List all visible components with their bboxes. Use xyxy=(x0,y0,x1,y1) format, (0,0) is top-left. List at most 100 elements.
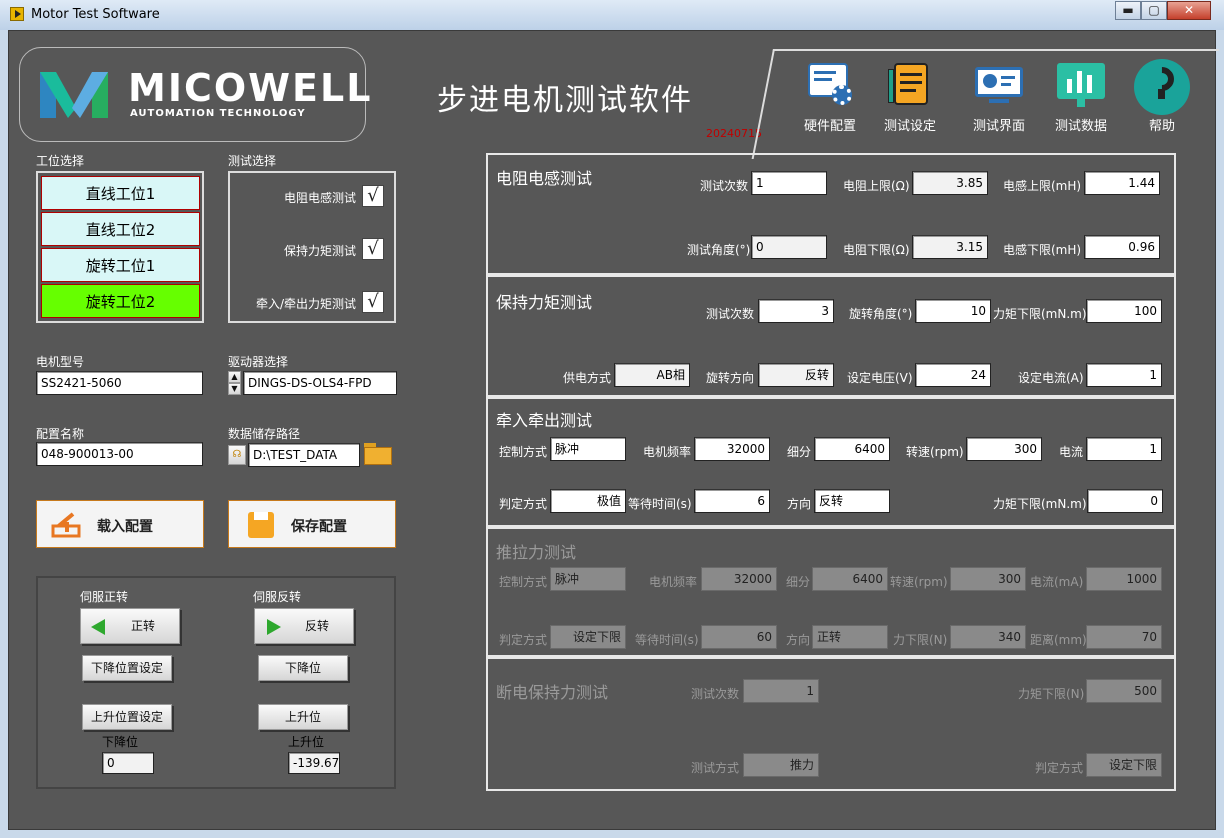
config-name-label: 配置名称 xyxy=(36,427,85,441)
servo-forward-label: 伺服正转 xyxy=(80,590,129,604)
push-fmin-label: 力下限(N) xyxy=(893,633,948,647)
r-min-field[interactable]: 3.15 xyxy=(912,235,988,259)
holding-test-section: 保持力矩测试 测试次数 3 旋转角度(°) 10 力矩下限(mN.m) 100 … xyxy=(486,275,1176,397)
volt-field[interactable]: 24 xyxy=(915,363,991,387)
pull-speed-field[interactable]: 300 xyxy=(966,437,1042,461)
curr-field[interactable]: 1 xyxy=(1086,363,1162,387)
data-path-field[interactable]: D:\TEST_DATA xyxy=(248,443,360,467)
folder-icon[interactable] xyxy=(364,443,394,465)
pull-div-field[interactable]: 6400 xyxy=(814,437,890,461)
driver-down-icon[interactable]: ▼ xyxy=(228,383,241,395)
pull-tmin-field[interactable]: 0 xyxy=(1087,489,1163,513)
pull-wait-field[interactable]: 6 xyxy=(694,489,770,513)
l-min-label: 电感下限(mH) xyxy=(1003,243,1082,257)
toolbar-hardware[interactable]: 硬件配置 xyxy=(790,61,870,134)
forward-button[interactable]: 正转 xyxy=(80,608,180,644)
minimize-button[interactable]: ▬ xyxy=(1115,1,1141,20)
rl-angle-label: 测试角度(°) xyxy=(687,243,751,257)
l-max-label: 电感上限(mH) xyxy=(1003,179,1082,193)
reverse-button[interactable]: 反转 xyxy=(254,608,354,644)
app-title: 步进电机测试软件 xyxy=(437,83,693,118)
load-config-label: 载入配置 xyxy=(97,519,153,535)
pull-speed-label: 转速(rpm) xyxy=(906,445,964,459)
pull-freq-label: 电机频率 xyxy=(643,445,692,459)
rl-angle-field[interactable]: 0 xyxy=(751,235,827,259)
driver-up-icon[interactable]: ▲ xyxy=(228,371,241,383)
window-title: Motor Test Software xyxy=(31,7,160,22)
up-position-set-button[interactable]: 上升位置设定 xyxy=(82,704,172,730)
l-min-field[interactable]: 0.96 xyxy=(1084,235,1160,259)
station-linear-1[interactable]: 直线工位1 xyxy=(41,176,200,210)
test-rl-checkbox[interactable]: √ xyxy=(362,185,384,207)
rot-angle-field[interactable]: 10 xyxy=(915,299,991,323)
test-holding-checkbox[interactable]: √ xyxy=(362,238,384,260)
load-icon xyxy=(51,512,81,538)
pull-freq-field[interactable]: 32000 xyxy=(694,437,770,461)
forward-button-label: 正转 xyxy=(130,619,155,633)
down-button[interactable]: 下降位 xyxy=(258,655,348,681)
up-button[interactable]: 上升位 xyxy=(258,704,348,730)
station-linear-2[interactable]: 直线工位2 xyxy=(41,212,200,246)
pull-ctrl-field[interactable]: 脉冲 xyxy=(550,437,626,461)
push-curr-label: 电流(mA) xyxy=(1030,575,1084,589)
save-config-button[interactable]: 保存配置 xyxy=(228,500,396,548)
push-ctrl-field: 脉冲 xyxy=(550,567,626,591)
driver-field[interactable]: DINGS-DS-OLS4-FPD xyxy=(243,371,397,395)
toolbar-test-data[interactable]: 测试数据 xyxy=(1041,61,1121,134)
push-judge-label: 判定方式 xyxy=(499,633,548,647)
push-speed-label: 转速(rpm) xyxy=(890,575,948,589)
holding-count-label: 测试次数 xyxy=(706,307,755,321)
driver-label: 驱动器选择 xyxy=(228,355,289,369)
arrow-right-icon xyxy=(267,619,281,635)
load-config-button[interactable]: 载入配置 xyxy=(36,500,204,548)
toolbar-help[interactable]: 帮助 xyxy=(1122,59,1202,134)
pull-judge-field[interactable]: 极值 xyxy=(550,489,626,513)
holding-count-field[interactable]: 3 xyxy=(758,299,834,323)
toolbar-test-ui[interactable]: 测试界面 xyxy=(959,61,1039,134)
servo-reverse-label: 伺服反转 xyxy=(253,590,302,604)
pull-dir-field[interactable]: 反转 xyxy=(814,489,890,513)
test-select-label: 测试选择 xyxy=(228,154,277,168)
test-pull-checkbox[interactable]: √ xyxy=(362,291,384,313)
brake-judge-label: 判定方式 xyxy=(1035,761,1084,775)
rl-test-title: 电阻电感测试 xyxy=(496,169,593,188)
r-max-field[interactable]: 3.85 xyxy=(912,171,988,195)
station-rotary-1[interactable]: 旋转工位1 xyxy=(41,248,200,282)
date-label: 20240715 xyxy=(706,127,762,140)
rl-test-section: 电阻电感测试 测试次数 1 电阻上限(Ω) 3.85 电感上限(mH) 1.44… xyxy=(486,153,1176,275)
rl-count-field[interactable]: 1 xyxy=(751,171,827,195)
path-browse-icon[interactable]: ☊ xyxy=(228,445,246,465)
push-div-field: 6400 xyxy=(812,567,888,591)
maximize-button[interactable]: ▢ xyxy=(1141,1,1167,20)
station-list: 直线工位1 直线工位2 旋转工位1 旋转工位2 xyxy=(36,171,204,323)
reverse-button-label: 反转 xyxy=(304,619,329,633)
data-path-label: 数据储存路径 xyxy=(228,427,301,441)
toolbar-test-settings-label: 测试设定 xyxy=(883,119,936,134)
station-rotary-2[interactable]: 旋转工位2 xyxy=(41,284,200,318)
push-dist-label: 距离(mm) xyxy=(1030,633,1087,647)
holding-dir-field[interactable]: 反转 xyxy=(758,363,834,387)
help-icon xyxy=(1134,59,1190,115)
push-ctrl-label: 控制方式 xyxy=(499,575,548,589)
config-name-field[interactable]: 048-900013-00 xyxy=(36,442,203,466)
l-max-field[interactable]: 1.44 xyxy=(1084,171,1160,195)
motor-model-field[interactable]: SS2421-5060 xyxy=(36,371,203,395)
down-pos-label: 下降位 xyxy=(102,735,139,749)
title-bar: Motor Test Software ▬ ▢ ✕ xyxy=(0,0,1224,30)
up-pos-field: -139.67 xyxy=(288,752,340,774)
pull-curr-field[interactable]: 1 xyxy=(1086,437,1162,461)
down-position-set-button[interactable]: 下降位置设定 xyxy=(82,655,172,681)
rl-count-label: 测试次数 xyxy=(700,179,749,193)
push-judge-field: 设定下限 xyxy=(550,625,626,649)
toolbar-test-settings[interactable]: 测试设定 xyxy=(870,61,950,134)
close-button[interactable]: ✕ xyxy=(1167,1,1211,20)
pull-test-title: 牵入牵出测试 xyxy=(496,411,593,430)
toolbar-test-ui-label: 测试界面 xyxy=(972,119,1025,134)
test-list: 电阻电感测试 √ 保持力矩测试 √ 牵入/牵出力矩测试 √ xyxy=(228,171,396,323)
holding-tmin-field[interactable]: 100 xyxy=(1086,299,1162,323)
power-field[interactable]: AB相 xyxy=(614,363,690,387)
holding-test-title: 保持力矩测试 xyxy=(496,293,593,312)
pull-judge-label: 判定方式 xyxy=(499,497,548,511)
hardware-config-icon xyxy=(806,61,854,109)
pull-test-section: 牵入牵出测试 控制方式 脉冲 电机频率 32000 细分 6400 转速(rpm… xyxy=(486,397,1176,527)
